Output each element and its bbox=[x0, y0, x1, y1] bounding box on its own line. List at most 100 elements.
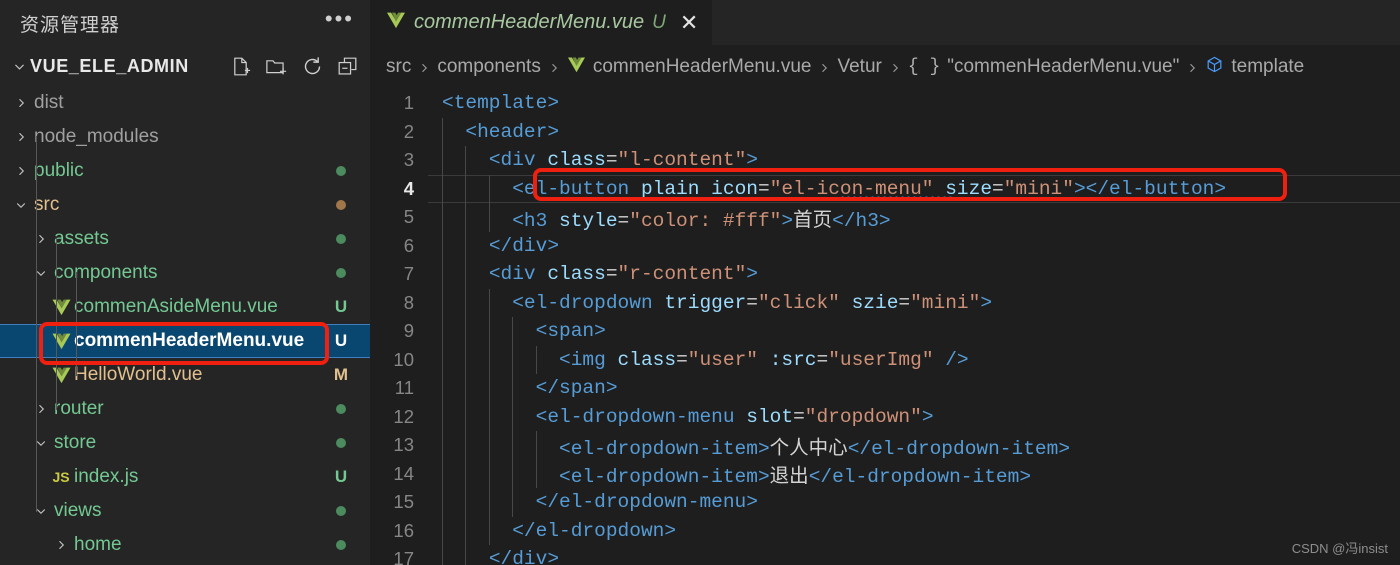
tree-folder-dist[interactable]: dist bbox=[0, 86, 370, 120]
git-status-badge: U bbox=[334, 297, 348, 316]
code-line-14[interactable]: 14 <el-dropdown-item>退出</el-dropdown-ite… bbox=[370, 460, 1400, 489]
line-number: 3 bbox=[403, 149, 414, 171]
ellipsis-icon[interactable]: ••• bbox=[325, 8, 354, 32]
line-number: 6 bbox=[403, 234, 414, 256]
breadcrumb-separator-icon bbox=[548, 57, 560, 77]
explorer-sidebar: 资源管理器 ••• VUE_ELE_ADMIN dist node_module… bbox=[0, 0, 370, 565]
line-number: 7 bbox=[403, 263, 414, 285]
tree-item-label: public bbox=[34, 160, 84, 181]
code-line-text: <h3 style="color: #fff">首页</h3> bbox=[512, 209, 891, 232]
status-dot bbox=[336, 234, 346, 244]
code-line-1[interactable]: 1 <template> bbox=[370, 89, 1400, 118]
git-status-badge: U bbox=[334, 331, 348, 350]
code-line-6[interactable]: 6 </div> bbox=[370, 232, 1400, 261]
chevron-down-icon bbox=[28, 505, 54, 517]
breadcrumb-item-4[interactable]: { } "commenHeaderMenu.vue" bbox=[908, 56, 1180, 78]
tree-item-label: dist bbox=[34, 92, 64, 113]
breadcrumb-item-5[interactable]: template bbox=[1205, 55, 1304, 80]
git-status-dot bbox=[330, 166, 352, 176]
code-line-13[interactable]: 13 <el-dropdown-item>个人中心</el-dropdown-i… bbox=[370, 431, 1400, 460]
code-line-text: <el-button plain icon="el-icon-menu" siz… bbox=[512, 177, 1227, 200]
code-line-12[interactable]: 12 <el-dropdown-menu slot="dropdown"> bbox=[370, 403, 1400, 432]
close-icon[interactable]: ✕ bbox=[680, 11, 698, 33]
git-status-badge: M bbox=[333, 365, 349, 384]
tree-item-label: commenHeaderMenu.vue bbox=[74, 330, 305, 351]
workspace-root-row[interactable]: VUE_ELE_ADMIN bbox=[0, 46, 370, 86]
vue-file-icon bbox=[48, 332, 74, 350]
breadcrumb-separator-icon bbox=[418, 57, 430, 77]
code-line-7[interactable]: 7 <div class="r-content"> bbox=[370, 260, 1400, 289]
watermark: CSDN @冯insist bbox=[1291, 541, 1388, 556]
vue-file-icon bbox=[48, 366, 74, 384]
tree-folder-views[interactable]: views bbox=[0, 494, 370, 528]
tree-folder-node-modules[interactable]: node_modules bbox=[0, 120, 370, 154]
breadcrumb-item-1[interactable]: components bbox=[437, 56, 541, 78]
code-line-text: <template> bbox=[442, 92, 560, 115]
tab-label: commenHeaderMenu.vue bbox=[414, 11, 645, 33]
code-line-text: </span> bbox=[535, 377, 618, 400]
refresh-icon[interactable] bbox=[302, 56, 323, 77]
breadcrumb-separator-icon bbox=[1186, 57, 1198, 77]
git-status-dot bbox=[330, 438, 352, 448]
git-status-dot bbox=[330, 540, 352, 550]
workspace-root-label: VUE_ELE_ADMIN bbox=[30, 55, 189, 76]
code-line-2[interactable]: 2 <header> bbox=[370, 118, 1400, 147]
new-file-icon[interactable] bbox=[230, 56, 251, 77]
line-number: 2 bbox=[403, 120, 414, 142]
breadcrumb-item-3[interactable]: Vetur bbox=[837, 56, 881, 78]
explorer-title: 资源管理器 bbox=[20, 14, 121, 36]
line-number: 5 bbox=[403, 206, 414, 228]
tree-folder-home[interactable]: home bbox=[0, 528, 370, 562]
tree-folder-src[interactable]: src bbox=[0, 188, 370, 222]
code-line-9[interactable]: 9 <span> bbox=[370, 317, 1400, 346]
template-warning-squiggle bbox=[841, 195, 955, 201]
tree-item-label: index.js bbox=[74, 466, 139, 487]
tree-folder-public[interactable]: public bbox=[0, 154, 370, 188]
line-number: 16 bbox=[393, 519, 414, 541]
code-line-3[interactable]: 3 <div class="l-content"> bbox=[370, 146, 1400, 175]
code-line-8[interactable]: 8 <el-dropdown trigger="click" szie="min… bbox=[370, 289, 1400, 318]
explorer-actions bbox=[230, 56, 358, 77]
git-status-dot bbox=[330, 200, 352, 210]
tree-folder-store[interactable]: store bbox=[0, 426, 370, 460]
file-tree: dist node_modulespublic src assets component… bbox=[0, 86, 370, 565]
tab-commenHeaderMenu-vue[interactable]: commenHeaderMenu.vue U ✕ bbox=[370, 0, 713, 45]
tree-item-label: home bbox=[74, 534, 122, 555]
code-line-text: <el-dropdown-menu slot="dropdown"> bbox=[535, 405, 934, 428]
code-line-text: </div> bbox=[488, 548, 560, 565]
line-number: 11 bbox=[394, 377, 414, 399]
vscode-window: 资源管理器 ••• VUE_ELE_ADMIN dist node_module… bbox=[0, 0, 1400, 565]
breadcrumb-item-2[interactable]: commenHeaderMenu.vue bbox=[567, 56, 811, 79]
code-editor[interactable]: 1 <template> 2 <header> 3 <div class="l-con… bbox=[370, 89, 1400, 565]
code-line-17[interactable]: 17 </div> bbox=[370, 545, 1400, 565]
line-number: 17 bbox=[393, 548, 414, 565]
new-folder-icon[interactable] bbox=[265, 56, 288, 77]
vue-file-icon bbox=[386, 11, 406, 34]
tree-item-label: assets bbox=[54, 228, 109, 249]
line-number: 8 bbox=[403, 291, 414, 313]
status-dot bbox=[336, 438, 346, 448]
tree-indent-guide bbox=[36, 136, 37, 512]
explorer-title-row: 资源管理器 ••• bbox=[0, 0, 370, 46]
status-dot bbox=[336, 268, 346, 278]
vue-file-icon bbox=[48, 298, 74, 316]
line-number: 13 bbox=[393, 434, 414, 456]
code-line-15[interactable]: 15 </el-dropdown-menu> bbox=[370, 488, 1400, 517]
chevron-down-icon bbox=[8, 199, 34, 211]
tree-item-label: components bbox=[54, 262, 158, 283]
code-line-10[interactable]: 10 <img class="user" :src="userImg" /> bbox=[370, 346, 1400, 375]
collapse-all-icon[interactable] bbox=[337, 56, 358, 77]
code-line-5[interactable]: 5 <h3 style="color: #fff">首页</h3> bbox=[370, 203, 1400, 232]
status-dot bbox=[336, 540, 346, 550]
breadcrumb-item-0[interactable]: src bbox=[386, 56, 411, 78]
breadcrumb: src components commenHeaderMenu.vue Vetur { … bbox=[370, 45, 1400, 89]
js-file-icon: JS bbox=[52, 469, 70, 485]
code-line-11[interactable]: 11 </span> bbox=[370, 374, 1400, 403]
git-status-dot bbox=[330, 268, 352, 278]
chevron-down-icon bbox=[8, 60, 30, 73]
code-line-text: <span> bbox=[535, 320, 606, 343]
code-line-16[interactable]: 16 </el-dropdown> bbox=[370, 517, 1400, 546]
code-line-text: <div class="l-content"> bbox=[488, 149, 758, 172]
tree-file-index-js[interactable]: JS index.js U bbox=[0, 460, 370, 494]
breadcrumb-label: "commenHeaderMenu.vue" bbox=[947, 56, 1180, 77]
